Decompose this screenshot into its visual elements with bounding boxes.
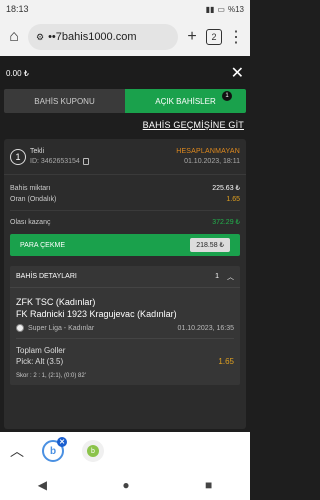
balance: 0.00 ₺ <box>6 68 29 78</box>
url-text: ••7bahis1000.com <box>48 31 137 43</box>
league-row: Super Liga - Kadınlar 01.10.2023, 16:35 <box>10 320 240 332</box>
chevron-up-icon[interactable]: ︿ <box>10 441 24 461</box>
bet-status: HESAPLANMAYAN <box>176 147 240 155</box>
bubble-app-icon[interactable]: b ✕ <box>42 437 67 462</box>
bet-number: 1 <box>10 148 26 165</box>
betslip-tabs: BAHİS KUPONU AÇIK BAHİSLER 1 <box>4 89 246 113</box>
odds-value: 1.65 <box>226 196 240 203</box>
potential-win-value: 372.29 ₺ <box>212 219 240 226</box>
tab-label: BAHİS KUPONU <box>34 96 95 106</box>
stake-label: Bahis miktarı <box>10 185 51 192</box>
battery-level: %13 <box>227 4 244 14</box>
pick: Pick: Alt (3.5) <box>16 357 64 366</box>
close-icon[interactable]: ✕ <box>231 63 244 83</box>
live-score: Skor : 2 : 1, (2:1), (0:0) 82' <box>16 373 86 379</box>
market-block: Toplam Goller Pick: Alt (3.5) 1.65 <box>10 339 240 367</box>
bubble-app-icon-2[interactable]: b <box>82 440 104 462</box>
match-teams: ZFK TSC (Kadınlar) FK Radnicki 1923 Krag… <box>10 288 240 320</box>
chevron-up-icon[interactable]: ︿ <box>227 272 234 282</box>
tab-bet-slip[interactable]: BAHİS KUPONU <box>4 89 125 113</box>
copy-icon[interactable] <box>82 158 89 165</box>
home-circle-icon[interactable]: ● <box>122 478 129 492</box>
tab-open-bets[interactable]: AÇIK BAHİSLER 1 <box>125 89 246 113</box>
match-date: 01.10.2023, 16:35 <box>177 324 234 332</box>
bet-details: BAHİS DETAYLARI 1 ︿ ZFK TSC (Kadınlar) F… <box>10 266 240 385</box>
recents-icon[interactable]: ■ <box>205 478 212 492</box>
cashout-label: PARA ÇEKME <box>20 241 65 249</box>
system-nav-bar: ◀ ● ■ <box>0 470 250 500</box>
betslip-header: 0.00 ₺ ✕ <box>0 56 250 90</box>
bet-id: ID: 3462653154 <box>30 157 80 165</box>
away-team: FK Radnicki 1923 Kragujevac (Kadınlar) <box>16 309 177 319</box>
cashout-button[interactable]: PARA ÇEKME 218.58 ₺ <box>10 234 240 256</box>
signal-icon: ▮▮ <box>205 4 215 14</box>
odds-label: Oran (Ondalık) <box>10 196 57 203</box>
stake-value: 225.63 ₺ <box>212 185 240 192</box>
open-bets-badge: 1 <box>222 91 232 101</box>
bet-type: Tekli <box>30 147 45 155</box>
bet-card-header: 1 Tekli ID: 3462653154 HESAPLANMAYAN 01.… <box>4 139 246 175</box>
tab-switcher-button[interactable]: 2 <box>206 29 222 45</box>
bet-details-header[interactable]: BAHİS DETAYLARI 1 ︿ <box>10 266 240 288</box>
browser-toolbar: ⌂ ⚙ ••7bahis1000.com + 2 ⋮ <box>0 18 250 56</box>
selection-count: 1 <box>215 273 219 280</box>
site-settings-icon[interactable]: ⚙ <box>36 32 44 43</box>
more-menu-icon[interactable]: ⋮ <box>226 27 246 47</box>
odds-row: Oran (Ondalık) 1.65 <box>4 194 246 205</box>
new-tab-icon[interactable]: + <box>182 28 202 46</box>
market-name: Toplam Goller <box>16 346 66 355</box>
bet-date: 01.10.2023, 18:11 <box>184 157 240 165</box>
tab-label: AÇIK BAHİSLER <box>155 96 216 106</box>
back-icon[interactable]: ◀ <box>38 478 47 492</box>
status-bar: 18:13 ▮▮ ▭ %13 <box>0 0 250 18</box>
battery-icon: ▭ <box>217 4 225 14</box>
football-icon <box>16 324 24 332</box>
browser-bottom-strip: ︿ b ✕ b <box>0 432 250 470</box>
potential-win-label: Olası kazanç <box>10 219 51 226</box>
pick-odds: 1.65 <box>218 357 234 366</box>
close-icon[interactable]: ✕ <box>57 437 67 447</box>
home-icon[interactable]: ⌂ <box>4 28 24 46</box>
league-name: Super Liga - Kadınlar <box>28 324 95 332</box>
potential-win-row: Olası kazanç 372.29 ₺ <box>4 217 246 228</box>
bet-card: 1 Tekli ID: 3462653154 HESAPLANMAYAN 01.… <box>4 139 246 429</box>
status-time: 18:13 <box>6 4 29 14</box>
address-bar[interactable]: ⚙ ••7bahis1000.com <box>28 24 178 50</box>
bet-history-link[interactable]: BAHİS GEÇMİŞİNE GİT <box>143 120 244 130</box>
cashout-amount: 218.58 ₺ <box>190 238 230 252</box>
home-team: ZFK TSC (Kadınlar) <box>16 297 96 307</box>
status-icons: ▮▮ ▭ %13 <box>206 5 244 14</box>
bet-details-title: BAHİS DETAYLARI <box>16 273 77 280</box>
stake-row: Bahis miktarı 225.63 ₺ <box>4 183 246 194</box>
